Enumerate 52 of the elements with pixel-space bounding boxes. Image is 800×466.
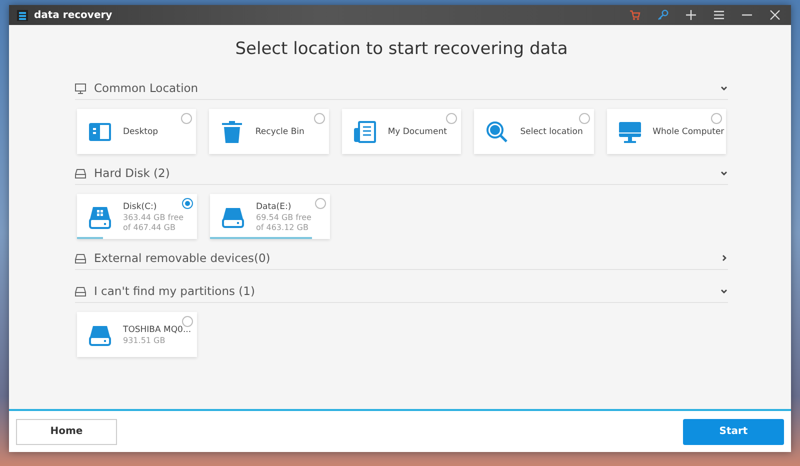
location-card[interactable]: Whole Computer [606, 109, 726, 154]
free-space: 363.44 GB free [123, 212, 184, 222]
radio-button[interactable] [315, 198, 326, 209]
section-title: Common Location [94, 81, 200, 95]
plus-button[interactable] [683, 7, 699, 23]
disk-size: 931.51 GB [123, 336, 166, 344]
location-card[interactable]: My Document [342, 109, 462, 154]
drive-icon [75, 286, 86, 296]
radio-button[interactable] [314, 113, 325, 124]
drive-icon [75, 168, 86, 178]
location-label: Select location [520, 126, 583, 136]
location-label: Whole Computer [652, 126, 724, 136]
section-title: External removable devices(0) [94, 251, 272, 265]
section-header[interactable]: Hard Disk (2) [75, 162, 728, 185]
menu-icon [713, 9, 725, 21]
disk-card[interactable]: Disk(C:) 363.44 GB free of 467.44 GB [77, 194, 197, 239]
section-header[interactable]: Common Location [75, 77, 728, 100]
page-heading: Select location to start recovering data [234, 39, 569, 59]
cart-icon [629, 9, 641, 21]
disk-card[interactable]: TOSHIBA MQ0... 931.51 GB [77, 312, 197, 357]
location-label: Recycle Bin [255, 126, 304, 136]
app-logo-icon [17, 10, 28, 20]
radio-button[interactable] [711, 113, 722, 124]
free-space: 69.54 GB free [256, 212, 312, 222]
key-icon [657, 9, 669, 21]
radio-button[interactable] [446, 113, 458, 124]
total-space: of 467.44 GB [123, 222, 176, 232]
drive-icon [75, 252, 86, 264]
section-title: I can't find my partitions (1) [94, 284, 256, 298]
location-card[interactable]: Recycle Bin [209, 109, 329, 154]
location-card[interactable]: Select location [474, 109, 594, 154]
document-icon [352, 118, 378, 144]
section-header[interactable]: External removable devices(0) [75, 247, 728, 270]
disk-label: Data(E:) [256, 202, 292, 212]
radio-button[interactable] [181, 113, 192, 124]
radio-button[interactable] [578, 113, 590, 124]
section-header[interactable]: I can't find my partitions (1) [75, 280, 728, 303]
total-space: of 463.12 GB [256, 222, 310, 232]
section-title: Hard Disk (2) [94, 166, 171, 180]
disk-label: TOSHIBA MQ0... [123, 324, 192, 334]
close-icon [769, 9, 781, 21]
location-card[interactable]: Desktop [77, 109, 196, 154]
window-title: data recovery [34, 10, 114, 20]
home-button[interactable]: Home [16, 418, 117, 444]
monitor-icon [75, 82, 86, 94]
plus-icon [685, 9, 697, 21]
location-label: My Document [388, 126, 447, 136]
disk-label: Disk(C:) [123, 202, 158, 212]
location-label: Desktop [123, 126, 158, 136]
radio-button[interactable] [182, 316, 193, 327]
disk-card[interactable]: Data(E:) 69.54 GB free of 463.12 GB [210, 194, 330, 239]
radio-button[interactable] [182, 198, 193, 209]
